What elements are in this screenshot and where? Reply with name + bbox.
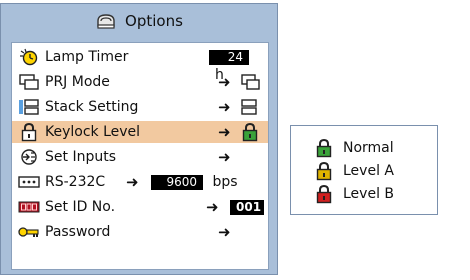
set-id-value: 001 (230, 200, 264, 215)
menu-item-label: RS-232C (45, 174, 106, 190)
menu-item-label: Password (45, 224, 111, 240)
options-title-bar: Options (1, 4, 277, 37)
inputs-icon (18, 148, 40, 166)
options-title: Options (125, 11, 183, 30)
rs232c-value-group: 9600 bps (151, 173, 238, 191)
keylock-option-label: Level A (343, 163, 394, 179)
menu-item-password[interactable]: Password ➜ (12, 221, 268, 243)
lock-red-icon (315, 184, 333, 204)
id-number-icon (18, 198, 40, 216)
lock-icon (18, 122, 40, 142)
menu-item-stack-setting[interactable]: Stack Setting ➜ (12, 96, 268, 118)
keylock-option-level-b[interactable]: Level B (291, 183, 437, 205)
keylock-option-label: Normal (343, 140, 394, 156)
clock-icon (18, 48, 40, 66)
stack-setting-icon (240, 98, 258, 121)
options-window: Options Lamp Timer 24 h PRJ Mode ➜ Stack… (0, 3, 278, 275)
keylock-option-label: Level B (343, 186, 395, 202)
arrow-right-icon: ➜ (206, 198, 219, 216)
lamp-timer-value: 24 (209, 50, 249, 65)
arrow-right-icon: ➜ (218, 123, 231, 141)
menu-item-keylock-level[interactable]: Keylock Level ➜ (12, 121, 268, 143)
menu-item-rs232c[interactable]: RS-232C ➜ 9600 bps (12, 171, 268, 193)
menu-item-set-id-no[interactable]: Set ID No. ➜ 001 (12, 196, 268, 218)
menu-item-lamp-timer[interactable]: Lamp Timer 24 h (12, 46, 268, 83)
lock-green-icon (315, 138, 333, 158)
menu-item-label: Set Inputs (45, 149, 116, 165)
arrow-right-icon: ➜ (218, 73, 231, 91)
menu-item-prj-mode[interactable]: PRJ Mode ➜ (12, 71, 268, 93)
prj-mode-icon (240, 73, 262, 96)
options-menu: Lamp Timer 24 h PRJ Mode ➜ Stack Setting… (11, 42, 269, 270)
menu-item-label: PRJ Mode (45, 74, 110, 90)
menu-item-set-inputs[interactable]: Set Inputs ➜ (12, 146, 268, 168)
menu-item-label: Set ID No. (45, 199, 116, 215)
keylock-option-normal[interactable]: Normal (291, 137, 437, 159)
keylock-option-level-a[interactable]: Level A (291, 160, 437, 182)
arrow-right-icon: ➜ (218, 148, 231, 166)
serial-port-icon (18, 173, 40, 191)
set-id-value-group: 001 (230, 198, 264, 216)
arrow-right-icon: ➜ (126, 173, 139, 191)
menu-item-label: Lamp Timer (45, 49, 129, 65)
rs232c-baud-value: 9600 (151, 175, 203, 190)
stack-icon (18, 98, 40, 116)
projector-icon (18, 73, 40, 91)
options-icon (95, 12, 117, 30)
lock-yellow-icon (315, 161, 333, 181)
arrow-right-icon: ➜ (218, 223, 231, 241)
menu-item-label: Keylock Level (45, 124, 141, 140)
keylock-level-submenu: Normal Level A Level B (290, 125, 438, 215)
key-icon (18, 223, 40, 241)
rs232c-unit: bps (212, 174, 238, 190)
menu-item-label: Stack Setting (45, 99, 139, 115)
arrow-right-icon: ➜ (218, 98, 231, 116)
lock-green-icon (241, 122, 259, 147)
